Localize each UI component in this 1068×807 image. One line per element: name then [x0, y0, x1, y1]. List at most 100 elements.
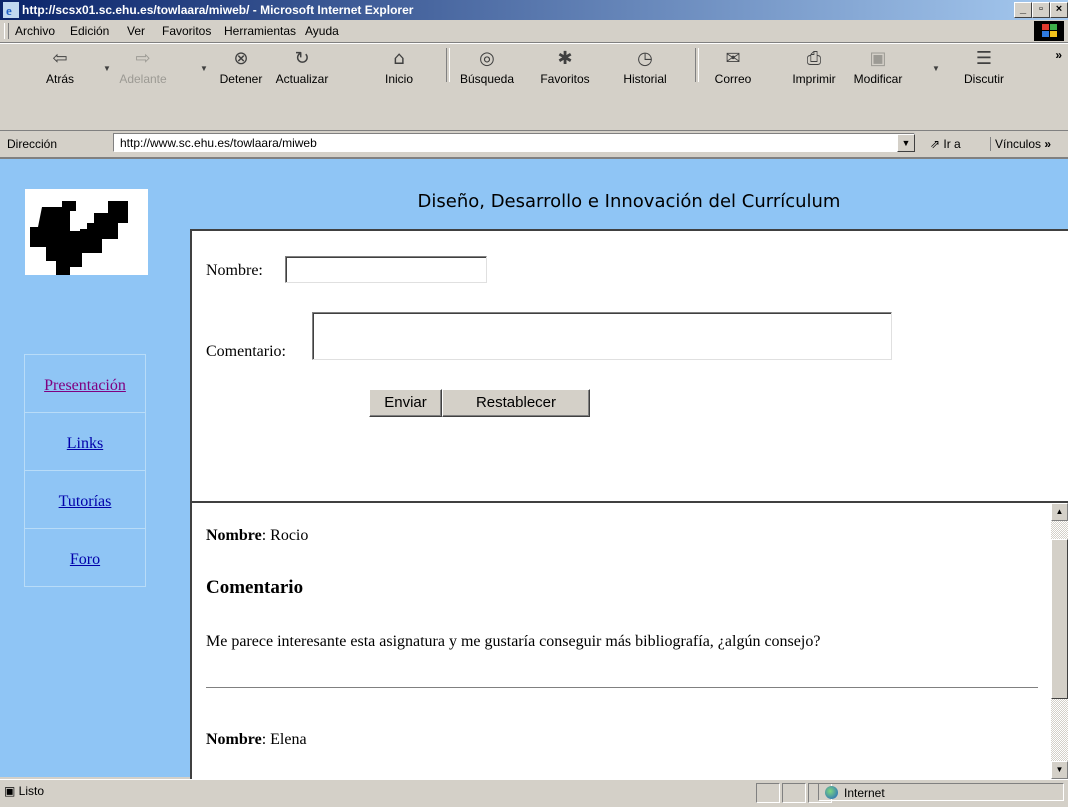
maximize-button[interactable]: ▫ [1032, 2, 1050, 18]
edit-dropdown[interactable]: ▼ [932, 64, 940, 73]
comment-author: : Elena [261, 731, 307, 748]
links-button[interactable]: Vínculos » [990, 137, 1051, 151]
mail-button[interactable]: ✉ Correo [703, 47, 763, 87]
history-icon: ◷ [637, 48, 653, 69]
status-text-wrap: ▣ Listo [4, 784, 44, 798]
comments-scrollbar[interactable]: ▲ ▼ [1051, 503, 1068, 779]
internet-explorer-icon: e [3, 2, 19, 18]
search-icon: ◎ [479, 48, 495, 69]
minimize-button[interactable]: _ [1014, 2, 1032, 18]
forward-button[interactable]: ⇨ Adelante [113, 47, 173, 87]
edit-icon: ▣ [869, 48, 887, 69]
comment-name-line: Nombre: Elena [206, 731, 307, 749]
address-label: Dirección [7, 137, 58, 151]
address-bar: Dirección http://www.sc.ehu.es/towlaara/… [0, 130, 1068, 156]
status-bar: ▣ Listo Internet [0, 779, 1068, 807]
address-input[interactable]: http://www.sc.ehu.es/towlaara/miweb [113, 133, 915, 152]
stop-button[interactable]: ⊗ Detener [211, 47, 271, 87]
comments-frame: Nombre: Rocio Comentario Me parece inter… [190, 501, 1068, 779]
discuss-button[interactable]: ☰ Discutir [954, 47, 1014, 87]
print-icon: ⎙ [806, 48, 822, 69]
comment-divider [206, 687, 1038, 689]
toolbar: ⇦ Atrás ▼ ⇨ Adelante ▼ ⊗ Detener ↻ Actua… [0, 43, 1068, 131]
go-arrow-icon: ⇗ [930, 137, 944, 151]
forward-arrow-icon: ⇨ [135, 48, 151, 69]
mail-icon: ✉ [725, 48, 741, 69]
refresh-button[interactable]: ↻ Actualizar [272, 47, 332, 87]
menu-ver[interactable]: Ver [127, 24, 145, 38]
menu-favoritos[interactable]: Favoritos [162, 24, 211, 38]
toolbar-separator [695, 48, 699, 82]
stop-icon: ⊗ [233, 48, 249, 69]
back-button[interactable]: ⇦ Atrás [30, 47, 90, 87]
comment-heading: Comentario [206, 577, 304, 598]
edit-button[interactable]: ▣ Modificar [848, 47, 908, 87]
page-status-icon: ▣ [4, 784, 19, 798]
favorites-label: Favoritos [540, 72, 590, 86]
search-label: Búsqueda [459, 72, 515, 86]
reset-button[interactable]: Restablecer [442, 389, 590, 417]
ehu-logo-icon [30, 201, 128, 275]
university-logo [25, 189, 148, 275]
nav-link-presentacion[interactable]: Presentación [44, 377, 126, 394]
status-panel [782, 783, 806, 803]
refresh-label: Actualizar [275, 72, 329, 86]
links-label: Vínculos [995, 137, 1042, 151]
discuss-label: Discutir [963, 72, 1004, 86]
close-button[interactable]: × [1050, 2, 1068, 18]
toolbar-more-button[interactable]: » [1055, 48, 1062, 62]
forward-dropdown[interactable]: ▼ [200, 64, 208, 73]
nav-link-foro[interactable]: Foro [70, 551, 100, 568]
menu-grip[interactable] [4, 23, 9, 39]
scrollbar-thumb[interactable] [1051, 539, 1068, 699]
comment-name-label: Nombre [206, 527, 262, 544]
browser-window: e http://scsx01.sc.ehu.es/towlaara/miweb… [0, 0, 1068, 807]
favorites-icon: ✱ [557, 48, 573, 69]
comment-textarea[interactable] [312, 312, 892, 360]
scroll-down-button[interactable]: ▼ [1051, 761, 1068, 779]
address-dropdown-button[interactable]: ▼ [897, 134, 915, 152]
name-input[interactable] [285, 256, 487, 283]
search-button[interactable]: ◎ Búsqueda [457, 47, 517, 87]
chevron-right-icon: » [1044, 137, 1052, 151]
back-label: Atrás [45, 72, 74, 86]
menu-ayuda[interactable]: Ayuda [305, 24, 339, 38]
internet-zone-icon [825, 786, 838, 799]
nav-item-tutorias: Tutorías [25, 471, 145, 529]
refresh-icon: ↻ [294, 48, 310, 69]
comment-text: Me parece interesante esta asignatura y … [206, 633, 821, 650]
comment-label: Comentario: [206, 343, 286, 360]
go-button[interactable]: ⇗ Ir a [930, 137, 961, 151]
zone-label: Internet [844, 786, 885, 800]
page-title: Diseño, Desarrollo e Innovación del Curr… [417, 191, 841, 212]
stop-label: Detener [219, 72, 263, 86]
comment-author: : Rocio [261, 527, 309, 544]
history-button[interactable]: ◷ Historial [615, 47, 675, 87]
print-button[interactable]: ⎙ Imprimir [784, 47, 844, 87]
go-label: Ir a [943, 137, 961, 151]
web-page: Diseño, Desarrollo e Innovación del Curr… [0, 157, 1068, 779]
discuss-icon: ☰ [975, 48, 993, 69]
nav-link-tutorias[interactable]: Tutorías [59, 493, 112, 510]
status-panel [756, 783, 780, 803]
menu-edicion[interactable]: Edición [70, 24, 109, 38]
menu-herramientas[interactable]: Herramientas [224, 24, 296, 38]
back-arrow-icon: ⇦ [52, 48, 68, 69]
home-button[interactable]: ⌂ Inicio [369, 47, 429, 87]
comment-form-frame: Nombre: Comentario: Enviar Restablecer [190, 229, 1068, 501]
nav-item-foro: Foro [25, 529, 145, 586]
nav-link-links[interactable]: Links [67, 435, 103, 452]
status-text: Listo [18, 784, 45, 798]
scroll-up-button[interactable]: ▲ [1051, 503, 1068, 521]
title-bar[interactable]: e http://scsx01.sc.ehu.es/towlaara/miweb… [0, 0, 1068, 20]
home-label: Inicio [384, 72, 413, 86]
edit-label: Modificar [853, 72, 903, 86]
menu-bar: Archivo Edición Ver Favoritos Herramient… [0, 20, 1068, 43]
back-dropdown[interactable]: ▼ [103, 64, 111, 73]
favorites-button[interactable]: ✱ Favoritos [535, 47, 595, 87]
submit-button[interactable]: Enviar [369, 389, 442, 417]
window-title: http://scsx01.sc.ehu.es/towlaara/miweb/ … [22, 3, 414, 17]
toolbar-separator [446, 48, 450, 82]
mail-label: Correo [714, 72, 752, 86]
menu-archivo[interactable]: Archivo [15, 24, 55, 38]
